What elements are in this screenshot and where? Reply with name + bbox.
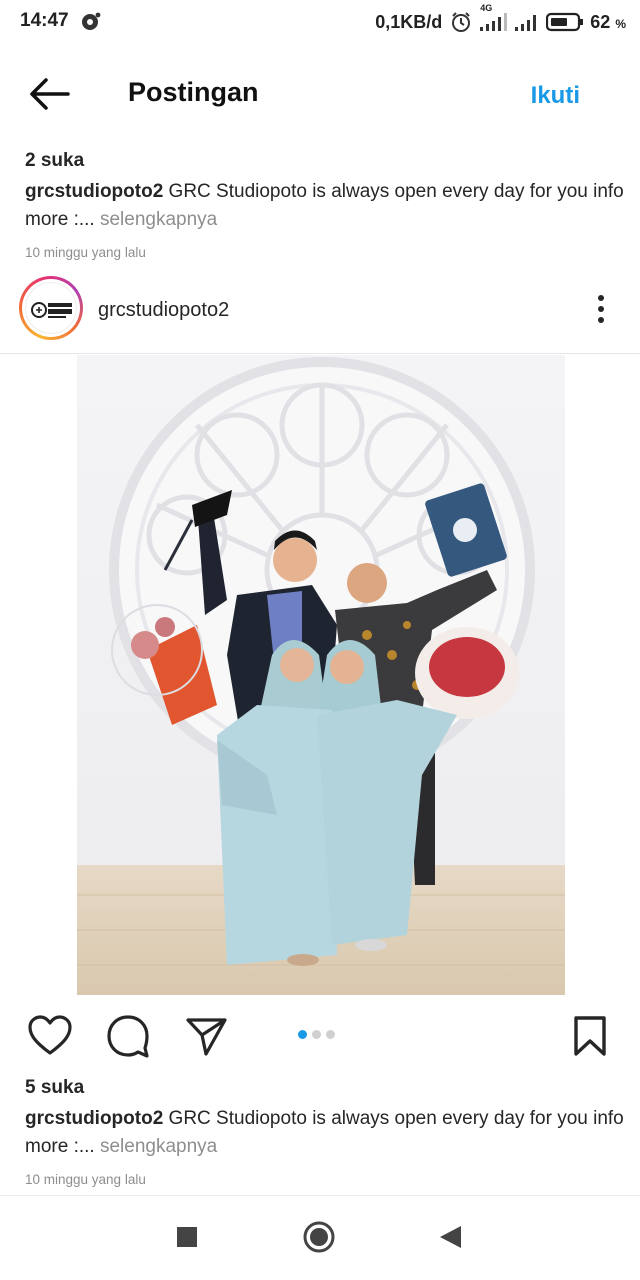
net-speed: 0,1KB/d (375, 11, 443, 32)
system-nav-bar (0, 1196, 640, 1280)
network-type: 4G (480, 3, 493, 13)
notification-icon (80, 11, 102, 31)
battery-value: 62 (590, 11, 611, 32)
carousel-dot (326, 1030, 335, 1039)
battery-unit: % (615, 16, 626, 31)
caption-author[interactable]: grcstudiopoto2 (25, 1108, 163, 1129)
avatar-logo (25, 282, 77, 334)
follow-button[interactable]: Ikuti (531, 82, 580, 110)
action-bar (0, 1008, 640, 1064)
arrow-left-icon[interactable] (26, 74, 72, 114)
comment-icon[interactable] (105, 1014, 151, 1058)
carousel-dot (312, 1030, 321, 1039)
header: Postingan Ikuti (0, 62, 640, 126)
send-icon[interactable] (184, 1014, 230, 1058)
status-right: 0,1KB/d 4G 62 % (375, 3, 626, 35)
post-caption: grcstudiopoto2 GRC Studiopoto is always … (25, 1105, 625, 1161)
page-title: Postingan (128, 77, 259, 107)
carousel-indicator (298, 1030, 335, 1039)
heart-icon[interactable] (27, 1014, 73, 1058)
avatar[interactable] (19, 276, 83, 340)
recents-square-icon[interactable] (167, 1218, 207, 1258)
avatar-inner (22, 279, 80, 337)
battery-icon (546, 12, 584, 32)
post-username[interactable]: grcstudiopoto2 (98, 299, 229, 322)
more-options-icon[interactable] (590, 292, 612, 326)
post-timestamp: 10 minggu yang lalu (25, 1172, 146, 1187)
more-link[interactable]: selengkapnya (95, 209, 217, 230)
previous-post-timestamp: 10 minggu yang lalu (25, 245, 146, 260)
alarm-icon (450, 11, 472, 33)
battery-percent: 62 % (590, 12, 626, 33)
post-header: grcstudiopoto2 (0, 272, 640, 352)
signal-icon (514, 11, 540, 33)
post-photo[interactable] (77, 355, 565, 995)
carousel-dot (298, 1030, 307, 1039)
back-triangle-icon[interactable] (432, 1218, 472, 1258)
bookmark-icon[interactable] (568, 1014, 614, 1058)
previous-post-likes[interactable]: 2 suka (25, 150, 84, 172)
signal-4g-icon: 4G (478, 3, 508, 33)
post-likes[interactable]: 5 suka (25, 1077, 84, 1099)
previous-post-caption: grcstudiopoto2 GRC Studiopoto is always … (25, 178, 625, 234)
caption-author[interactable]: grcstudiopoto2 (25, 181, 163, 202)
status-time: 14:47 (20, 10, 69, 31)
divider (0, 353, 640, 354)
status-bar: 14:47 0,1KB/d 4G 62 % (0, 0, 640, 44)
home-circle-icon[interactable] (300, 1218, 340, 1258)
more-link[interactable]: selengkapnya (95, 1136, 217, 1157)
